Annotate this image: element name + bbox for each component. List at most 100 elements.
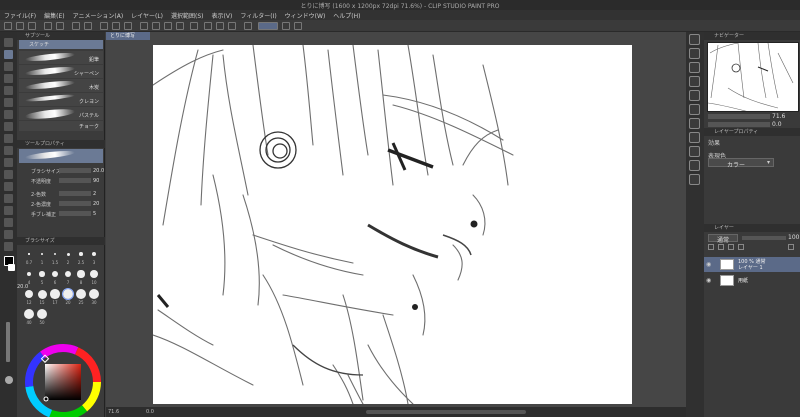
eraser-tool-icon[interactable] xyxy=(4,98,13,107)
brush-size-cell[interactable]: 2.5 xyxy=(75,248,87,266)
correct-line-icon[interactable] xyxy=(4,218,13,227)
subtool-item[interactable]: 鉛筆 xyxy=(19,51,103,64)
subtool-item[interactable]: シャーペン xyxy=(19,65,103,78)
redo-icon[interactable] xyxy=(56,22,64,30)
quick-access-icon[interactable] xyxy=(689,160,700,171)
brush-size-cell[interactable]: 7 xyxy=(62,268,74,286)
gradient-tool-icon[interactable] xyxy=(4,134,13,143)
invert-selection-icon[interactable] xyxy=(124,22,132,30)
brush-size-cell[interactable]: 5 xyxy=(36,268,48,286)
brush-size-cell[interactable]: 25 xyxy=(75,288,87,306)
color-wheel[interactable] xyxy=(21,342,105,417)
navigator-thumbnail[interactable] xyxy=(707,42,799,112)
brush-size-cell[interactable]: 0.7 xyxy=(23,248,35,266)
square-icon[interactable] xyxy=(204,22,212,30)
prop-stabilization[interactable]: 手ブレ補正 5 xyxy=(19,210,103,218)
eyedropper-icon[interactable] xyxy=(4,242,13,251)
brush-size-cell[interactable]: 2 xyxy=(62,248,74,266)
navigator-icon[interactable] xyxy=(689,34,700,45)
menu-window[interactable]: ウィンドウ(W) xyxy=(281,10,330,20)
circle-icon[interactable] xyxy=(190,22,198,30)
subtool-item[interactable]: 木炭 xyxy=(19,79,103,92)
grid-icon[interactable] xyxy=(164,22,172,30)
sub-view-icon[interactable] xyxy=(689,48,700,59)
eraser-mode-icon[interactable] xyxy=(282,22,290,30)
layer-row[interactable]: ◉ 用紙 xyxy=(704,273,800,288)
visibility-eye-icon[interactable]: ◉ xyxy=(706,261,711,268)
menu-filter[interactable]: フィルター(I) xyxy=(236,10,280,20)
horizontal-scrollbar[interactable] xyxy=(366,410,526,414)
brush-size-cell[interactable]: 1.5 xyxy=(49,248,61,266)
zoom-tool-icon[interactable] xyxy=(4,38,13,47)
clear-icon[interactable] xyxy=(72,22,80,30)
status-zoom[interactable]: 71.6 xyxy=(108,409,119,415)
subtool-item[interactable]: クレヨン xyxy=(19,93,103,106)
pencil-tool-icon[interactable] xyxy=(4,50,13,59)
menu-layer[interactable]: レイヤー(L) xyxy=(127,10,167,20)
item-bank-icon[interactable] xyxy=(689,146,700,157)
history-icon[interactable] xyxy=(689,118,700,129)
menu-file[interactable]: ファイル(F) xyxy=(0,10,40,20)
brush-size-cell[interactable]: 17 xyxy=(49,288,61,306)
subtool-group-header[interactable]: スケッチ xyxy=(19,40,103,49)
rotate-slider[interactable] xyxy=(708,122,770,127)
menu-selection[interactable]: 選択範囲(S) xyxy=(167,10,208,20)
pen-mode-icon[interactable] xyxy=(258,22,278,30)
prop-colors[interactable]: 2-色数 2 xyxy=(19,190,103,198)
navigator-rotate-value[interactable]: 0.0 xyxy=(772,121,782,128)
visibility-eye-icon[interactable]: ◉ xyxy=(706,277,711,284)
opacity-value[interactable]: 100 xyxy=(788,234,799,241)
lock-icon[interactable] xyxy=(738,244,744,250)
brush-size-slider[interactable] xyxy=(6,322,10,362)
deselect-icon[interactable] xyxy=(112,22,120,30)
crop-icon[interactable] xyxy=(140,22,148,30)
zoom-slider[interactable] xyxy=(708,114,770,119)
transform-icon[interactable] xyxy=(100,22,108,30)
menu-view[interactable]: 表示(V) xyxy=(208,10,237,20)
brush-size-cell[interactable]: 40 xyxy=(23,308,35,326)
color-mode-icon[interactable] xyxy=(294,22,302,30)
prop-opacity[interactable]: 不透明度 90 xyxy=(19,177,103,185)
zoom-icon[interactable] xyxy=(152,22,160,30)
prop-brush-size[interactable]: ブラシサイズ 20.0 xyxy=(19,167,104,175)
prop-density[interactable]: 2-色濃度 20 xyxy=(19,200,103,208)
info-icon[interactable] xyxy=(689,62,700,73)
snap-icon[interactable] xyxy=(244,22,252,30)
fill-tool-icon[interactable] xyxy=(4,122,13,131)
text-tool-icon[interactable] xyxy=(4,182,13,191)
opacity-slider[interactable] xyxy=(742,236,786,240)
new-folder-icon[interactable] xyxy=(718,244,724,250)
new-layer-icon[interactable] xyxy=(708,244,714,250)
blend-tool-icon[interactable] xyxy=(4,110,13,119)
brush-size-cell[interactable]: 15 xyxy=(36,288,48,306)
brush-size-cell[interactable]: 6 xyxy=(49,268,61,286)
brush-size-cell[interactable]: 3 xyxy=(88,248,100,266)
layer-property-icon[interactable] xyxy=(689,174,700,185)
airbrush-tool-icon[interactable] xyxy=(4,86,13,95)
status-rotation[interactable]: 0.0 xyxy=(146,409,154,415)
layer-row[interactable]: ◉ 100 % 通常 レイヤー 1 xyxy=(704,257,800,272)
brush-size-cell[interactable]: 20 xyxy=(62,288,74,306)
subtool-item[interactable]: チョーク xyxy=(19,121,103,131)
pen-tool-icon[interactable] xyxy=(4,62,13,71)
balloon-tool-icon[interactable] xyxy=(4,194,13,203)
settings-icon[interactable] xyxy=(228,22,236,30)
brush-size-cell[interactable]: 10 xyxy=(88,268,100,286)
brush-size-cell[interactable]: 50 xyxy=(36,308,48,326)
layer-search-icon[interactable] xyxy=(689,76,700,87)
timeline-icon[interactable] xyxy=(689,90,700,101)
blend-mode-select[interactable]: 通常 xyxy=(708,234,738,244)
layer-ops-icon[interactable] xyxy=(216,22,224,30)
auto-action-icon[interactable] xyxy=(689,132,700,143)
move-tool-icon[interactable] xyxy=(4,230,13,239)
ruler-icon[interactable] xyxy=(176,22,184,30)
brush-size-cell[interactable]: 30 xyxy=(88,288,100,306)
subtool-item[interactable]: パステル xyxy=(19,107,103,121)
ruler-tool-icon[interactable] xyxy=(4,170,13,179)
save-icon[interactable] xyxy=(28,22,36,30)
navigator-zoom-value[interactable]: 71.6 xyxy=(772,113,785,120)
color-mode-select[interactable]: カラー ▾ xyxy=(708,158,774,169)
color-wheel-toggle-icon[interactable] xyxy=(5,376,13,384)
fill-icon[interactable] xyxy=(84,22,92,30)
open-file-icon[interactable] xyxy=(16,22,24,30)
